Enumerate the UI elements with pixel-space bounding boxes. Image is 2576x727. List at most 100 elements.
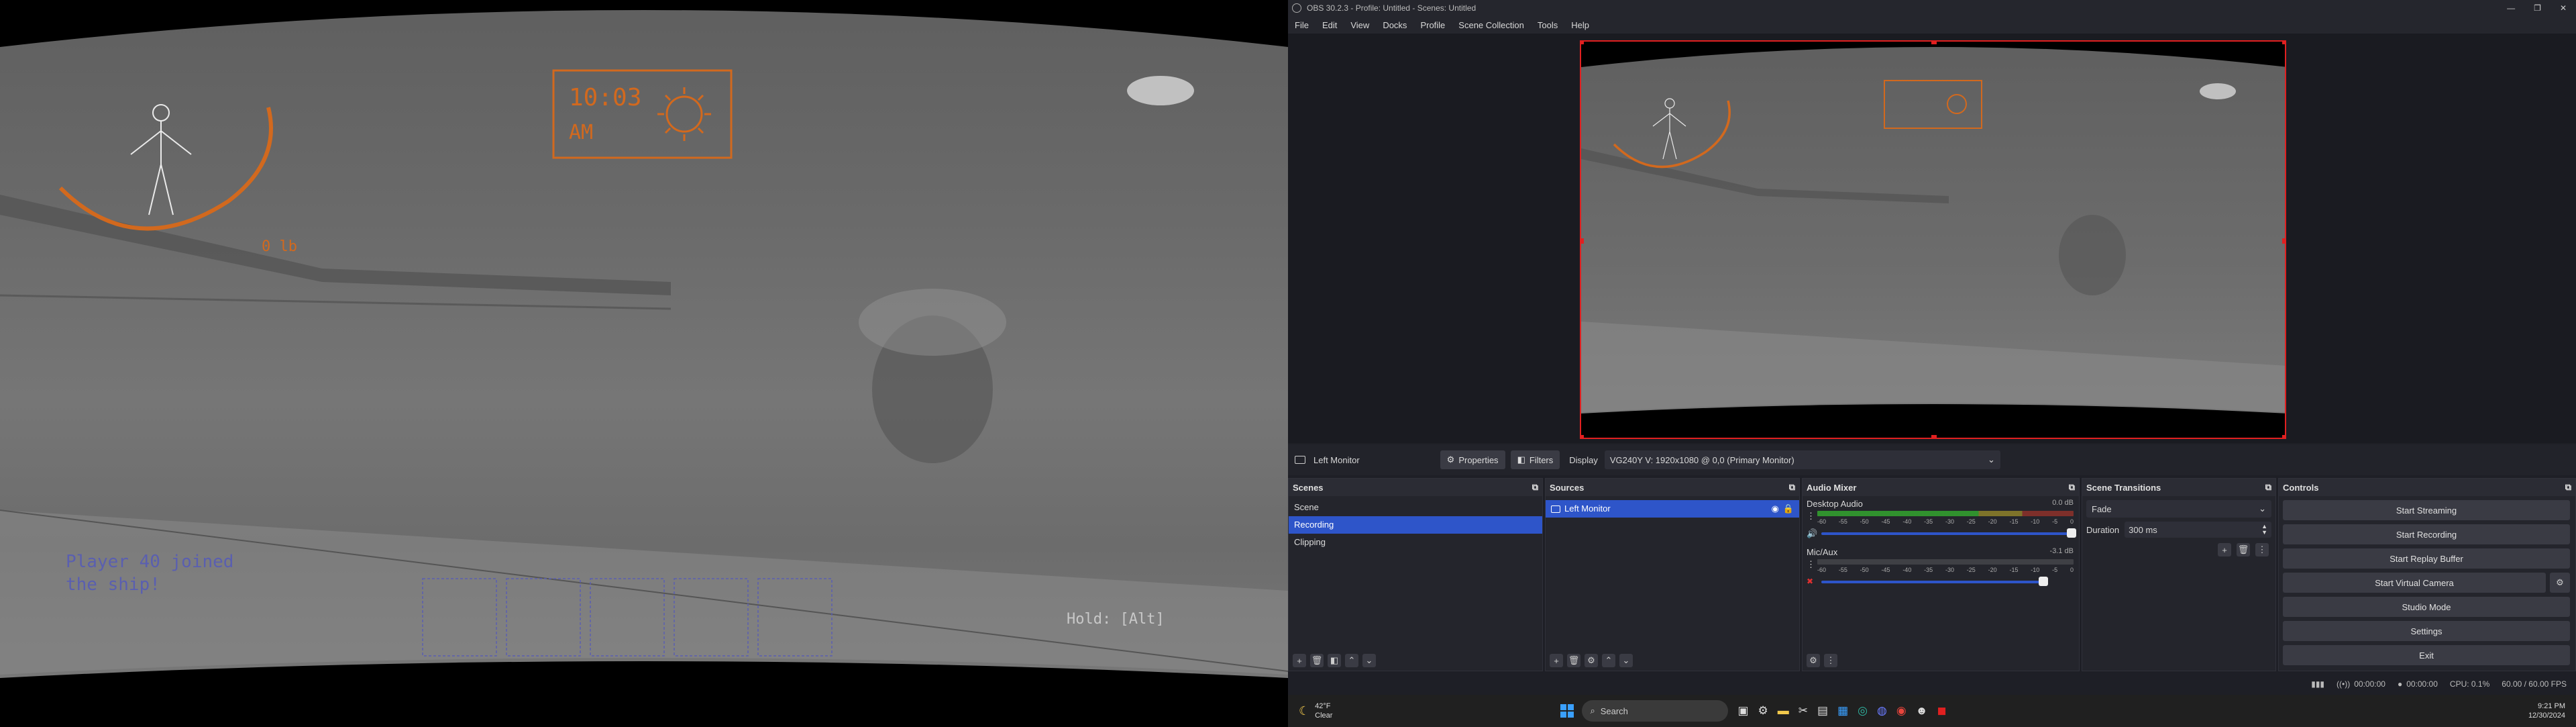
- volume-slider-handle[interactable]: [2067, 528, 2076, 538]
- resize-handle[interactable]: [2282, 42, 2285, 44]
- display-label: Display: [1569, 454, 1598, 465]
- gear-icon[interactable]: ⚙: [2550, 573, 2570, 593]
- arrow-up-icon[interactable]: ⌃: [1602, 654, 1615, 667]
- volume-slider[interactable]: [1821, 532, 2074, 535]
- visor-bottom-edge: [0, 661, 1288, 727]
- add-icon[interactable]: +: [1293, 654, 1306, 667]
- speaker-icon[interactable]: 🔊: [1807, 528, 1817, 539]
- edge-browser-icon[interactable]: ◎: [1858, 704, 1868, 718]
- preview-scene-graphic: [1581, 42, 2285, 438]
- dock-undock-icon[interactable]: ⧉: [1789, 482, 1795, 493]
- scene-item[interactable]: Clipping: [1289, 534, 1542, 551]
- windows-start-icon[interactable]: [1560, 704, 1574, 718]
- settings-button[interactable]: Settings: [2283, 621, 2570, 641]
- kebab-menu-icon[interactable]: ⋮: [1807, 559, 1815, 570]
- resize-handle[interactable]: [1581, 42, 1584, 44]
- menu-edit[interactable]: Edit: [1316, 20, 1344, 30]
- visor-top-edge: [0, 0, 1288, 47]
- kebab-menu-icon[interactable]: ⋮: [1807, 511, 1815, 522]
- dock-undock-icon[interactable]: ⧉: [1532, 482, 1538, 493]
- preview-area[interactable]: [1288, 34, 2576, 443]
- menu-help[interactable]: Help: [1564, 20, 1596, 30]
- file-explorer-icon[interactable]: ▬: [1778, 704, 1789, 718]
- menu-view[interactable]: View: [1344, 20, 1376, 30]
- eye-icon[interactable]: ◉: [1771, 500, 1778, 518]
- muted-mic-icon[interactable]: ✖: [1807, 577, 1813, 586]
- obs-logo-icon: [1292, 3, 1301, 13]
- arrow-up-icon[interactable]: ⌃: [1345, 654, 1358, 667]
- scene-item[interactable]: Scene: [1289, 499, 1542, 516]
- kebab-menu-icon[interactable]: ⋮: [1824, 654, 1837, 667]
- kebab-menu-icon[interactable]: ⋮: [2255, 543, 2269, 556]
- minimize-icon[interactable]: —: [2507, 3, 2515, 13]
- display-select[interactable]: VG240Y V: 1920x1080 @ 0,0 (Primary Monit…: [1604, 450, 2000, 469]
- resize-handle[interactable]: [2282, 435, 2285, 438]
- gear-icon[interactable]: ⚙: [1807, 654, 1820, 667]
- resize-handle[interactable]: [1931, 42, 1937, 44]
- audio-meter-level: [1817, 511, 2074, 516]
- app-icon[interactable]: ▦: [1837, 704, 1848, 718]
- resize-handle[interactable]: [2282, 238, 2285, 244]
- lock-icon[interactable]: 🔒: [1783, 500, 1794, 518]
- meter-ticks: -60 -55 -50 -45 -40 -35 -30 -25 -20 -15 -10 -5 0: [1817, 567, 2074, 573]
- volume-slider[interactable]: [1821, 581, 2043, 583]
- ceiling-light: [1127, 76, 1194, 105]
- discord-icon[interactable]: ◍: [1877, 704, 1887, 718]
- menu-scene-collection[interactable]: Scene Collection: [1452, 20, 1531, 30]
- dock-undock-icon[interactable]: ⧉: [2565, 482, 2571, 493]
- menu-profile[interactable]: Profile: [1413, 20, 1452, 30]
- resize-handle[interactable]: [1581, 435, 1584, 438]
- volume-slider-handle[interactable]: [2039, 577, 2048, 586]
- audio-channel: Desktop Audio 0.0 dB ⋮ -60 -55 -50 -45 -40 -3…: [1803, 496, 2079, 547]
- snipping-tool-icon[interactable]: ✂: [1799, 704, 1808, 718]
- arrow-down-icon[interactable]: ⌄: [1362, 654, 1376, 667]
- start-replay-buffer-button[interactable]: Start Replay Buffer: [2283, 548, 2570, 569]
- resize-handle[interactable]: [1931, 435, 1937, 438]
- start-recording-button[interactable]: Start Recording: [2283, 524, 2570, 544]
- scene-transitions-title: Scene Transitions: [2086, 482, 2161, 493]
- moon-weather-icon[interactable]: ☾: [1299, 704, 1309, 718]
- scene-item[interactable]: Recording: [1289, 516, 1542, 534]
- filter-icon[interactable]: ◧: [1328, 654, 1341, 667]
- transition-select-value: Fade: [2092, 503, 2112, 514]
- menu-tools[interactable]: Tools: [1531, 20, 1564, 30]
- transition-select[interactable]: Fade ⌄: [2086, 500, 2271, 518]
- duration-value: 300 ms: [2129, 524, 2157, 535]
- arrow-down-icon[interactable]: ⌄: [1619, 654, 1633, 667]
- add-icon[interactable]: +: [2218, 543, 2231, 556]
- filters-button[interactable]: ◧ Filters: [1510, 450, 1560, 469]
- obs-taskbar-icon[interactable]: ◼: [1937, 704, 1947, 718]
- task-view-icon[interactable]: ▣: [1737, 704, 1748, 718]
- tick-label: -55: [1838, 567, 1847, 573]
- clock-date: 12/30/2024: [2528, 712, 2565, 720]
- maximize-icon[interactable]: ❐: [2534, 3, 2541, 13]
- duration-spinbox[interactable]: 300 ms ▲ ▼: [2125, 522, 2271, 538]
- app-icon[interactable]: ▤: [1817, 704, 1828, 718]
- trash-icon[interactable]: 🗑: [1567, 654, 1580, 667]
- start-streaming-button[interactable]: Start Streaming: [2283, 500, 2570, 520]
- channel-db: -3.1 dB: [2049, 547, 2074, 555]
- dock-undock-icon[interactable]: ⧉: [2069, 482, 2075, 493]
- channel-name: Desktop Audio: [1807, 499, 1863, 509]
- controls-dock: Controls ⧉ Start Streaming Start Recordin…: [2278, 478, 2576, 671]
- spinner-arrows-icon[interactable]: ▲ ▼: [2261, 524, 2267, 536]
- trash-icon[interactable]: 🗑: [2237, 543, 2250, 556]
- add-icon[interactable]: +: [1550, 654, 1563, 667]
- close-icon[interactable]: ✕: [2560, 3, 2567, 13]
- exit-button[interactable]: Exit: [2283, 645, 2570, 665]
- dock-undock-icon[interactable]: ⧉: [2265, 482, 2271, 493]
- gear-icon[interactable]: ⚙: [1585, 654, 1598, 667]
- menu-docks[interactable]: Docks: [1376, 20, 1413, 30]
- start-virtual-camera-button[interactable]: Start Virtual Camera: [2283, 573, 2546, 593]
- preview-canvas[interactable]: [1580, 40, 2286, 439]
- studio-mode-button[interactable]: Studio Mode: [2283, 597, 2570, 617]
- app-icon[interactable]: ☻: [1916, 704, 1928, 718]
- settings-app-icon[interactable]: ⚙: [1758, 704, 1768, 718]
- chrome-icon[interactable]: ◉: [1896, 704, 1907, 718]
- trash-icon[interactable]: 🗑: [1310, 654, 1324, 667]
- menu-file[interactable]: File: [1288, 20, 1316, 30]
- taskbar-search[interactable]: ⌕ Search: [1582, 700, 1729, 722]
- properties-button[interactable]: ⚙ Properties: [1440, 450, 1505, 469]
- resize-handle[interactable]: [1581, 238, 1584, 244]
- source-item[interactable]: Left Monitor ◉ 🔒: [1546, 500, 1799, 518]
